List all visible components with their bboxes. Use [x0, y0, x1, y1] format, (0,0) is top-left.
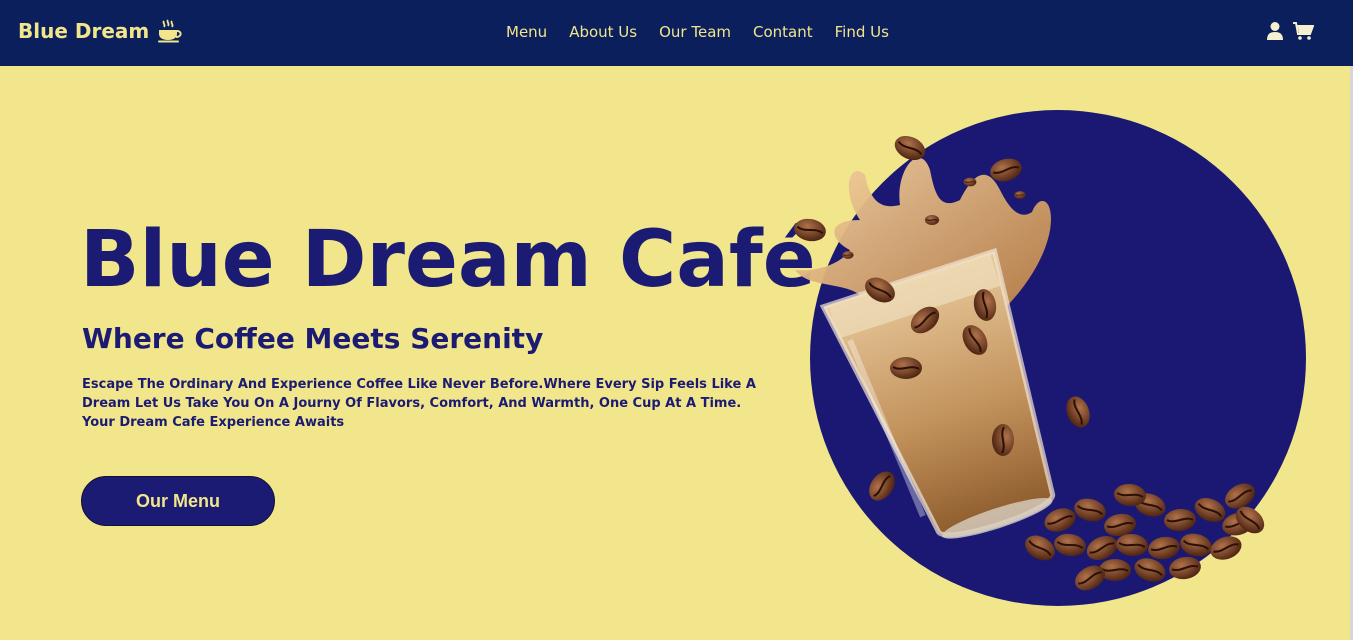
hero-title: Blue Dream Café: [80, 215, 816, 305]
nav-link-about-us[interactable]: About Us: [569, 23, 637, 41]
our-menu-button[interactable]: Our Menu: [81, 476, 275, 526]
navbar: Blue Dream Menu About Us Our Team Contan…: [0, 0, 1353, 66]
nav-icons: [1266, 21, 1314, 41]
hero-subtitle: Where Coffee Meets Serenity: [82, 322, 544, 355]
hero-description: Escape The Ordinary And Experience Coffe…: [82, 377, 756, 430]
nav-link-contact[interactable]: Contant: [753, 23, 813, 41]
brand-name: Blue Dream: [18, 19, 150, 43]
nav-link-find-us[interactable]: Find Us: [835, 23, 889, 41]
iced-coffee-image: [791, 110, 1306, 606]
nav-link-menu[interactable]: Menu: [506, 23, 547, 41]
main-nav: Menu About Us Our Team Contant Find Us: [506, 23, 889, 41]
brand-logo[interactable]: Blue Dream: [18, 19, 183, 43]
coffee-cup-icon: [158, 19, 182, 43]
shopping-cart-icon[interactable]: [1292, 21, 1314, 41]
nav-link-our-team[interactable]: Our Team: [659, 23, 731, 41]
user-icon[interactable]: [1266, 21, 1284, 41]
